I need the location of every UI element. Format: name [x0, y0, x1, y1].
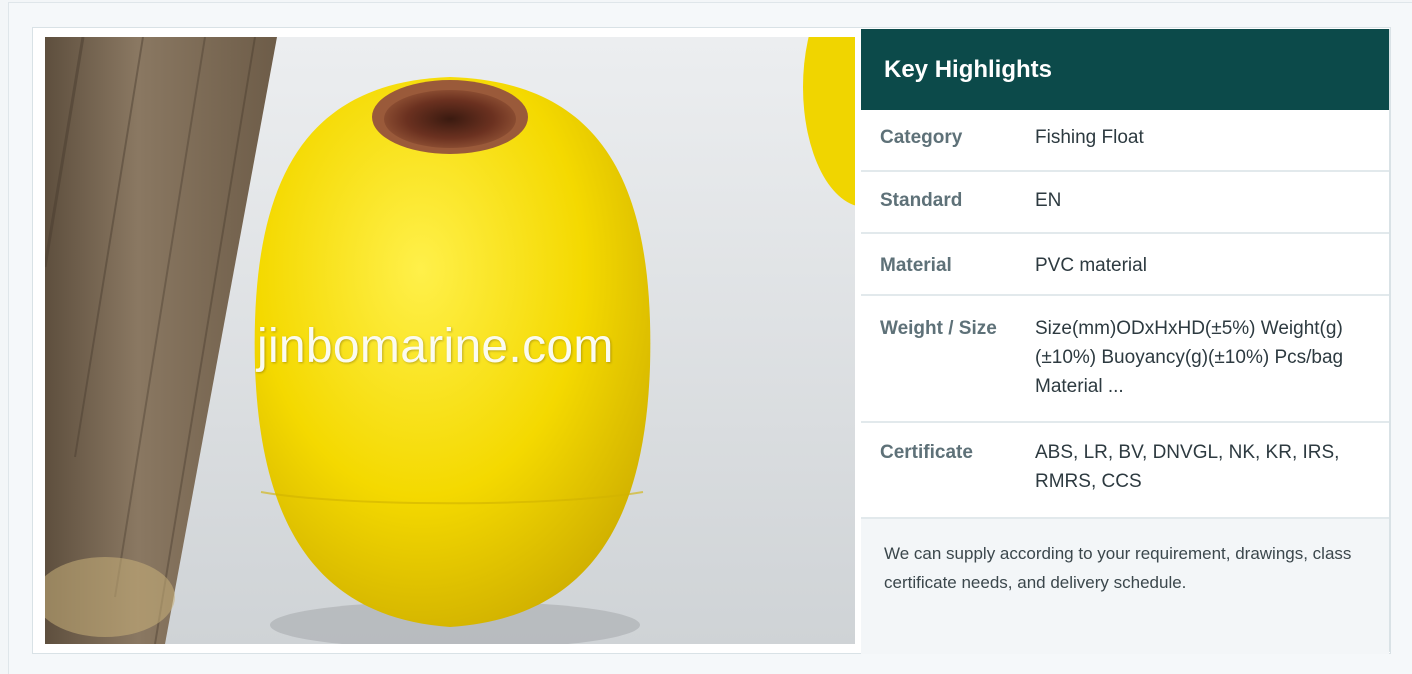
- panel-title: Key Highlights: [884, 55, 1053, 83]
- supply-note: We can supply according to your requirem…: [861, 519, 1389, 654]
- spec-value: Size(mm)ODxHxHD(±5%) Weight(g)(±10%) Buo…: [1035, 318, 1344, 397]
- spec-label: Standard: [880, 190, 963, 211]
- spec-row-material: Material PVC material: [861, 234, 1389, 296]
- spec-value: Fishing Float: [1035, 127, 1144, 148]
- spec-row-certificate: Certificate ABS, LR, BV, DNVGL, NK, KR, …: [861, 423, 1389, 519]
- spec-label: Weight / Size: [880, 318, 997, 339]
- watermark-text: jinbomarine.com: [257, 320, 614, 373]
- spec-row-weight-size: Weight / Size Size(mm)ODxHxHD(±5%) Weigh…: [861, 296, 1389, 423]
- spec-value: EN: [1035, 190, 1062, 211]
- spec-label: Certificate: [880, 442, 973, 463]
- spec-row-category: Category Fishing Float: [861, 110, 1389, 172]
- key-highlights-panel: Key Highlights Category Fishing Float St…: [861, 29, 1390, 654]
- panel-header: Key Highlights: [861, 29, 1389, 110]
- spec-label: Material: [880, 255, 952, 276]
- product-photo[interactable]: jinbomarine.com: [45, 37, 855, 644]
- spec-row-standard: Standard EN: [861, 172, 1389, 234]
- spec-label: Category: [880, 127, 963, 148]
- spec-value: PVC material: [1035, 255, 1147, 276]
- spec-value: ABS, LR, BV, DNVGL, NK, KR, IRS, RMRS, C…: [1035, 442, 1340, 492]
